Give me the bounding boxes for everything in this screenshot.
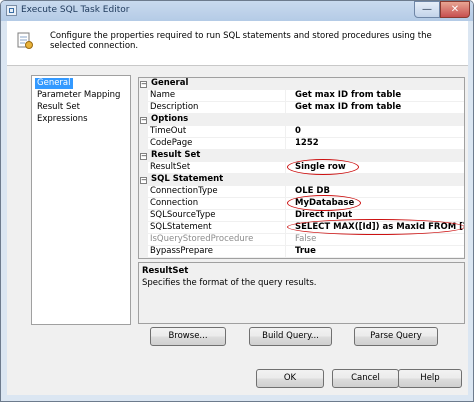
collapse-icon[interactable]: − (140, 81, 147, 88)
dialog-client-area: Configure the properties required to run… (7, 21, 468, 395)
property-row-name[interactable]: Name Get max ID from table (139, 90, 464, 102)
header-description: Configure the properties required to run… (50, 31, 432, 51)
category-options[interactable]: − Options (139, 114, 464, 126)
property-grid: − General Name Get max ID from table Des… (138, 77, 465, 259)
ok-button[interactable]: OK (256, 369, 324, 388)
dialog-header: Configure the properties required to run… (7, 21, 468, 66)
property-value[interactable]: Get max ID from table (295, 90, 401, 101)
property-value[interactable]: Get max ID from table (295, 102, 401, 113)
property-name: SQLStatement (150, 222, 212, 232)
category-sql-statement[interactable]: − SQL Statement (139, 174, 464, 186)
category-label: SQL Statement (151, 174, 224, 184)
parse-query-button[interactable]: Parse Query (354, 327, 438, 346)
property-name: Description (150, 102, 199, 112)
help-title: ResultSet (142, 266, 189, 276)
browse-button[interactable]: Browse... (150, 327, 226, 346)
close-button[interactable]: ✕ (440, 1, 470, 18)
property-name: ResultSet (150, 162, 191, 172)
nav-item-parameter-mapping[interactable]: Parameter Mapping (35, 90, 122, 101)
page-navigation-list: General Parameter Mapping Result Set Exp… (31, 75, 131, 325)
task-editor-icon (17, 32, 33, 49)
category-label: Result Set (151, 150, 201, 160)
property-name: TimeOut (150, 126, 187, 136)
property-value[interactable]: 1252 (295, 138, 319, 149)
property-name: ConnectionType (150, 186, 218, 196)
property-name: Name (150, 90, 176, 100)
minimize-button[interactable]: — (414, 1, 440, 18)
collapse-icon[interactable]: − (140, 117, 147, 124)
nav-item-expressions[interactable]: Expressions (35, 114, 90, 125)
annotation-ellipse-connection (287, 195, 361, 211)
annotation-ellipse-resultset (287, 159, 359, 175)
help-description: Specifies the format of the query result… (142, 278, 317, 288)
collapse-icon[interactable]: − (140, 153, 147, 160)
property-row-bypassprepare[interactable]: BypassPrepare True (139, 246, 464, 258)
build-query-button[interactable]: Build Query... (249, 327, 332, 346)
title-bar[interactable]: Execute SQL Task Editor — ✕ (1, 1, 473, 21)
execute-sql-task-editor-window: Execute SQL Task Editor — ✕ Configure th… (0, 0, 474, 402)
annotation-ellipse-sqlstatement (287, 219, 464, 235)
property-help-panel: ResultSet Specifies the format of the qu… (138, 262, 465, 324)
category-label: Options (151, 114, 189, 124)
help-button[interactable]: Help (398, 369, 462, 388)
category-general[interactable]: − General (139, 78, 464, 90)
property-row-description[interactable]: Description Get max ID from table (139, 102, 464, 114)
property-name: BypassPrepare (150, 246, 213, 256)
property-name: CodePage (150, 138, 193, 148)
property-name: Connection (150, 198, 199, 208)
window-title: Execute SQL Task Editor (21, 5, 130, 15)
property-value[interactable]: True (295, 246, 316, 257)
app-icon (6, 5, 17, 16)
property-row-timeout[interactable]: TimeOut 0 (139, 126, 464, 138)
collapse-icon[interactable]: − (140, 177, 147, 184)
property-value[interactable]: 0 (295, 126, 301, 137)
nav-item-general[interactable]: General (35, 78, 73, 89)
property-row-codepage[interactable]: CodePage 1252 (139, 138, 464, 150)
nav-item-result-set[interactable]: Result Set (35, 102, 82, 113)
property-row-isquerystoredprocedure: IsQueryStoredProcedure False (139, 234, 464, 246)
category-label: General (151, 78, 189, 88)
cancel-button[interactable]: Cancel (332, 369, 399, 388)
property-value: False (295, 234, 317, 244)
property-name: SQLSourceType (150, 210, 216, 220)
property-name: IsQueryStoredProcedure (150, 234, 254, 244)
